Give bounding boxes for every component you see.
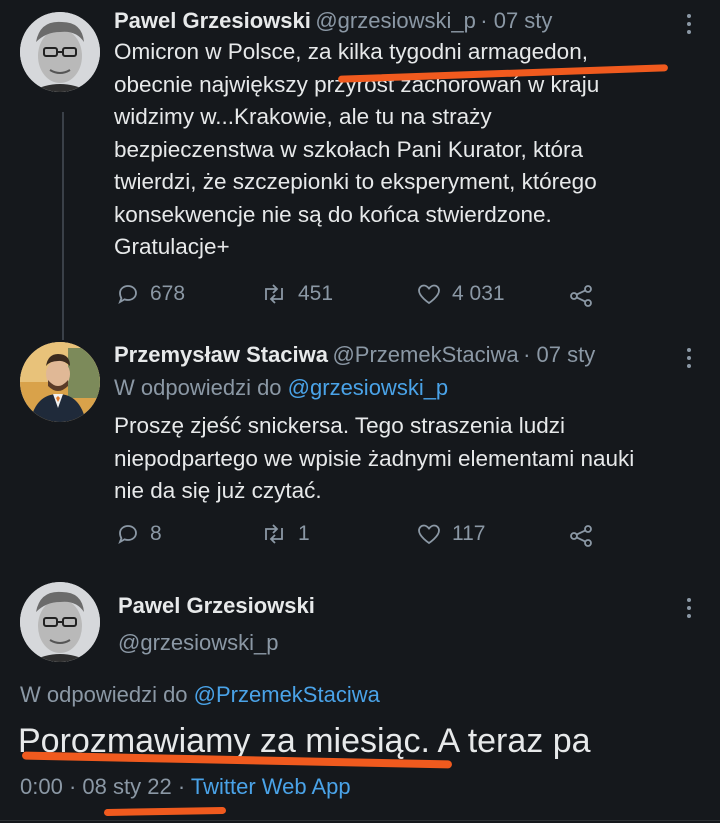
- like-count: 4 031: [452, 282, 505, 305]
- author-handle[interactable]: @grzesiowski_p: [118, 630, 279, 656]
- tweet-line: nie da się już czytać.: [114, 478, 322, 503]
- tweet1-header: Pawel Grzesiowski @grzesiowski_p · 07 st…: [114, 8, 552, 34]
- reply-count: 8: [150, 522, 162, 545]
- tweet-meta: 0:00 · 08 sty 22 · Twitter Web App: [20, 774, 351, 800]
- reply-count: 678: [150, 282, 186, 305]
- retweet-icon: [265, 524, 283, 544]
- reply-prefix: W odpowiedzi do: [114, 375, 282, 400]
- retweet-count: 451: [298, 282, 334, 305]
- retweet-button[interactable]: 451: [260, 282, 333, 306]
- meta-separator: ·: [68, 774, 77, 799]
- tweet-time: 0:00: [20, 774, 63, 799]
- reply-context: W odpowiedzi do @grzesiowski_p: [114, 375, 448, 401]
- divider: [0, 820, 720, 821]
- author-name[interactable]: Pawel Grzesiowski: [118, 593, 315, 619]
- reply-icon: [118, 285, 137, 305]
- tweet2-header: Przemysław Staciwa @PrzemekStaciwa · 07 …: [114, 342, 595, 368]
- tweet-source-link[interactable]: Twitter Web App: [191, 774, 351, 799]
- tweet-line: Proszę zjeść snickersa. Tego straszenia …: [114, 413, 566, 438]
- author-handle[interactable]: @PrzemekStaciwa: [332, 342, 518, 367]
- tweet-line: widzimy w...Krakowie, ale tu na straży: [114, 104, 492, 129]
- author-name[interactable]: Przemysław Staciwa: [114, 342, 328, 367]
- reply-prefix: W odpowiedzi do: [20, 682, 188, 707]
- tweet-line: Gratulacje+: [114, 234, 230, 259]
- thread-line: [62, 112, 64, 340]
- retweet-icon: [265, 284, 283, 304]
- tweet-line: niepodpartego we wpisie żadnymi elementa…: [114, 445, 635, 471]
- reply-button[interactable]: 8: [116, 522, 162, 546]
- tweet-line: konsekwencje nie są do końca stwierdzone…: [114, 201, 552, 227]
- reply-handle-link[interactable]: @grzesiowski_p: [288, 375, 449, 400]
- like-button[interactable]: 4 031: [416, 282, 505, 306]
- annotation-underline: [103, 806, 227, 817]
- meta-separator: ·: [177, 774, 186, 799]
- retweet-count: 1: [298, 522, 310, 545]
- author-handle[interactable]: @grzesiowski_p: [315, 8, 476, 33]
- reply-button[interactable]: 678: [116, 282, 185, 306]
- tweet2-text: Proszę zjeść snickersa. Tego straszenia …: [114, 410, 704, 508]
- share-button[interactable]: [568, 524, 594, 548]
- avatar-grzesiowski[interactable]: [20, 582, 100, 662]
- like-icon: [418, 284, 440, 305]
- tweet-line: bezpieczenstwa w szkołach Pani Kurator, …: [114, 136, 583, 162]
- more-icon[interactable]: [686, 14, 692, 38]
- tweet-date[interactable]: 08 sty 22: [82, 774, 171, 799]
- tweet-line: twierdzi, że szczepionki to eksperyment,…: [114, 169, 597, 194]
- share-icon: [570, 285, 592, 307]
- reply-context: W odpowiedzi do @PrzemekStaciwa: [20, 682, 380, 708]
- tweet-date[interactable]: · 07 sty: [523, 342, 595, 367]
- like-icon: [418, 524, 440, 545]
- tweet-date[interactable]: · 07 sty: [480, 8, 552, 33]
- avatar-grzesiowski[interactable]: [20, 12, 100, 92]
- retweet-button[interactable]: 1: [260, 522, 310, 546]
- avatar-staciwa[interactable]: [20, 342, 100, 422]
- reply-icon: [118, 525, 137, 545]
- like-count: 117: [452, 522, 486, 545]
- like-button[interactable]: 117: [416, 522, 485, 546]
- share-icon: [570, 525, 592, 547]
- more-icon[interactable]: [686, 348, 692, 372]
- more-icon[interactable]: [686, 598, 692, 622]
- tweet-line: Omicron w Polsce, za kilka tygodni armag…: [114, 39, 588, 64]
- share-button[interactable]: [568, 284, 594, 308]
- author-name[interactable]: Pawel Grzesiowski: [114, 8, 311, 33]
- reply-handle-link[interactable]: @PrzemekStaciwa: [194, 682, 380, 707]
